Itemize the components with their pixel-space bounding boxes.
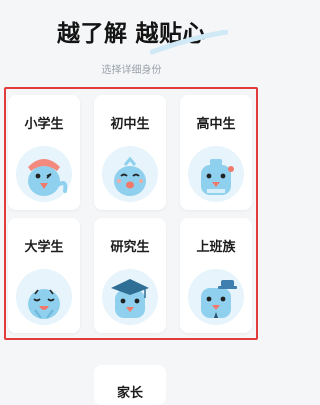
title-underline-swoosh (150, 30, 228, 55)
identity-card-elementary[interactable]: 小学生 (8, 95, 80, 210)
title-part1: 越了解 (57, 21, 128, 47)
bird-middle-school-icon (102, 146, 158, 202)
identity-label: 初中生 (110, 117, 150, 132)
identity-label: 研究生 (110, 240, 150, 255)
bird-elementary-icon (16, 146, 72, 202)
identity-label: 上班族 (196, 240, 236, 255)
identity-card-middle-school[interactable]: 初中生 (94, 95, 166, 210)
identity-card-office-worker[interactable]: 上班族 (180, 218, 252, 333)
page-subtitle: 选择详细身份 (101, 65, 162, 76)
identity-card-parent[interactable]: 家长 (94, 365, 166, 405)
identity-label: 大学生 (24, 240, 64, 255)
identity-card-graduate[interactable]: 研究生 (94, 218, 166, 333)
identity-label: 家长 (116, 386, 143, 401)
bird-college-icon (16, 269, 72, 325)
bird-graduate-icon (102, 269, 158, 325)
bird-high-school-icon (188, 146, 244, 202)
identity-label: 高中生 (196, 117, 236, 132)
identity-card-college[interactable]: 大学生 (8, 218, 80, 333)
identity-card-high-school[interactable]: 高中生 (180, 95, 252, 210)
bird-office-worker-icon (188, 269, 244, 325)
identity-label: 小学生 (24, 117, 64, 132)
